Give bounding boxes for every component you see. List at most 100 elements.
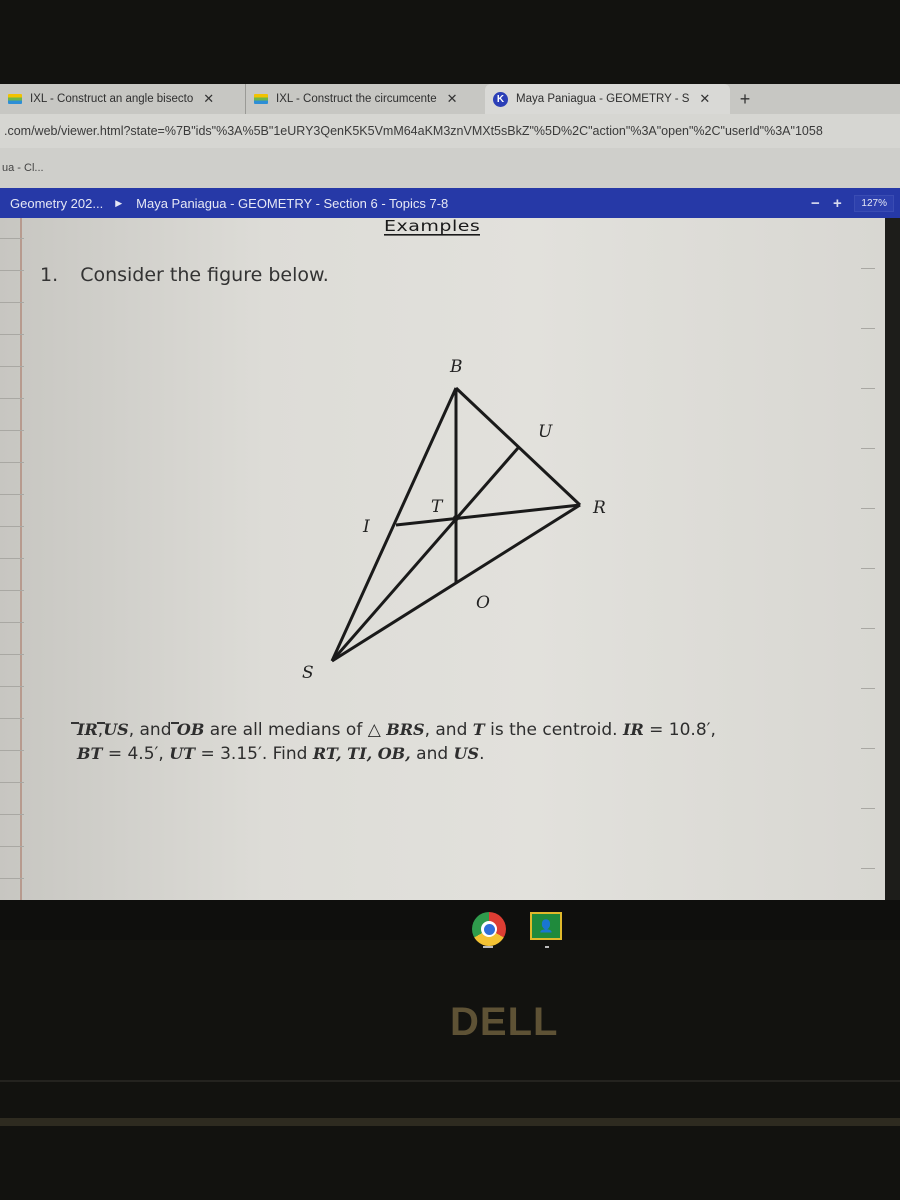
segment-us: US xyxy=(103,720,129,739)
notebook-rule xyxy=(861,328,875,329)
question-1: 1. Consider the figure below. xyxy=(40,264,329,286)
dell-logo: DELL xyxy=(450,1000,559,1044)
ixl-favicon-icon xyxy=(254,94,268,104)
label-b: B xyxy=(449,357,463,377)
classroom-running-indicator xyxy=(545,946,549,948)
notebook-rule xyxy=(0,622,24,623)
label-i: I xyxy=(362,517,370,537)
notebook-rule xyxy=(0,782,24,783)
kami-favicon-icon: K xyxy=(493,91,508,107)
label-t: T xyxy=(431,497,444,517)
triangle-medians-figure: B U T R I O S xyxy=(302,357,606,680)
label-u: U xyxy=(538,422,553,442)
close-tab-icon[interactable]: ✕ xyxy=(699,91,710,107)
notebook-rule xyxy=(0,878,24,879)
given-bt-value: = 4.5′, xyxy=(102,744,170,764)
tab-ixl-circumcenter[interactable]: IXL - Construct the circumcente ✕ xyxy=(245,84,485,114)
os-shelf xyxy=(0,900,900,940)
tab-label: IXL - Construct the circumcente xyxy=(276,93,437,105)
zoom-controls: − + 127% xyxy=(804,188,900,218)
notebook-rule xyxy=(0,334,24,335)
close-tab-icon[interactable]: ✕ xyxy=(447,91,458,107)
notebook-rule xyxy=(861,748,875,749)
problem-line-1: IR, and ,US, and OB are all medians of △… xyxy=(77,718,716,742)
notebook-rule xyxy=(0,462,24,463)
tab-kami-geometry-active[interactable]: K Maya Paniagua - GEOMETRY - S ✕ xyxy=(485,84,730,114)
median-us xyxy=(330,447,520,662)
given-ut-var: UT xyxy=(169,744,196,763)
laptop-hinge xyxy=(0,1080,900,1082)
chrome-icon-core xyxy=(483,923,495,935)
segment-ir: IR xyxy=(77,720,98,739)
chrome-icon-ring xyxy=(481,921,497,937)
document-toolbar: Geometry 202... ▶ Maya Paniagua - GEOMET… xyxy=(0,188,900,218)
notebook-rule xyxy=(0,430,24,431)
breadcrumb-separator-icon: ▶ xyxy=(115,197,123,208)
tab-label: IXL - Construct an angle bisecto xyxy=(30,93,194,105)
notebook-rule xyxy=(0,814,24,815)
screen-edge xyxy=(885,218,900,900)
tab-label: Maya Paniagua - GEOMETRY - S xyxy=(516,93,690,105)
text-centroid: is the centroid. xyxy=(484,720,623,740)
triangle-name: BRS xyxy=(386,720,425,739)
notebook-rule xyxy=(861,388,875,389)
notebook-rule xyxy=(861,628,875,629)
find-vars: RT, TI, OB, xyxy=(312,744,411,763)
notebook-rule xyxy=(0,494,24,495)
breadcrumb-parent-folder[interactable]: Geometry 202... xyxy=(10,196,103,211)
given-ir-value: = 10.8′, xyxy=(643,720,716,740)
segment-ob: OB xyxy=(176,720,205,739)
chrome-icon[interactable] xyxy=(472,912,506,946)
notebook-rule xyxy=(0,846,24,847)
photo-of-laptop-screen: IXL - Construct an angle bisecto ✕ IXL -… xyxy=(0,0,900,1200)
centroid-point xyxy=(453,515,459,521)
address-bar[interactable]: .com/web/viewer.html?state=%7B"ids"%3A%5… xyxy=(0,114,900,148)
zoom-out-button[interactable]: − xyxy=(804,195,826,212)
zoom-in-button[interactable]: + xyxy=(826,195,848,212)
document-page: Examples 1. Consider the figure below. B… xyxy=(0,218,885,900)
notebook-rule xyxy=(0,526,24,527)
notebook-rule xyxy=(861,448,875,449)
text-and: , and xyxy=(128,720,177,740)
new-tab-button[interactable]: + xyxy=(730,84,760,114)
text-and-3: and xyxy=(410,744,454,764)
notebook-rule xyxy=(0,558,24,559)
notebook-rule xyxy=(0,366,24,367)
find-us: US xyxy=(453,744,480,763)
notebook-rule xyxy=(861,568,875,569)
notebook-rule xyxy=(0,686,24,687)
label-s: S xyxy=(302,663,314,680)
question-number: 1. xyxy=(40,264,59,286)
notebook-rule xyxy=(861,688,875,689)
label-r: R xyxy=(592,498,606,518)
browser-tab-strip: IXL - Construct an angle bisecto ✕ IXL -… xyxy=(0,84,900,114)
notebook-rule xyxy=(0,302,24,303)
side-sb xyxy=(330,387,458,662)
zoom-level[interactable]: 127% xyxy=(854,194,894,212)
laptop-base-edge xyxy=(0,1118,900,1126)
close-tab-icon[interactable]: ✕ xyxy=(203,91,214,107)
notebook-rule xyxy=(0,654,24,655)
problem-statement: IR, and ,US, and OB are all medians of △… xyxy=(77,718,716,766)
bookmarks-bar: ua - Cl... xyxy=(0,148,900,188)
notebook-rule xyxy=(861,868,875,869)
given-ut-value: = 3.15′. Find xyxy=(195,744,313,764)
period: . xyxy=(479,744,485,764)
document-title: Maya Paniagua - GEOMETRY - Section 6 - T… xyxy=(136,195,449,211)
notebook-rule xyxy=(0,590,24,591)
tab-ixl-angle-bisector[interactable]: IXL - Construct an angle bisecto ✕ xyxy=(0,84,245,114)
given-bt-var: BT xyxy=(77,744,103,763)
notebook-margin-line xyxy=(20,218,22,900)
problem-line-2: BT = 4.5′, UT = 3.15′. Find RT, TI, OB, … xyxy=(77,742,716,766)
notebook-rule xyxy=(861,268,875,269)
centroid-var: T xyxy=(472,720,485,739)
bookmark-item[interactable]: ua - Cl... xyxy=(2,162,44,174)
notebook-rule xyxy=(0,238,24,239)
google-classroom-icon[interactable]: 👤 xyxy=(530,912,562,940)
ixl-favicon-icon xyxy=(8,94,22,104)
notebook-rule xyxy=(0,750,24,751)
text-and-2: , and xyxy=(424,720,473,740)
text-medians: are all medians of △ xyxy=(204,720,387,740)
label-o: O xyxy=(476,593,490,613)
notebook-rule xyxy=(861,508,875,509)
